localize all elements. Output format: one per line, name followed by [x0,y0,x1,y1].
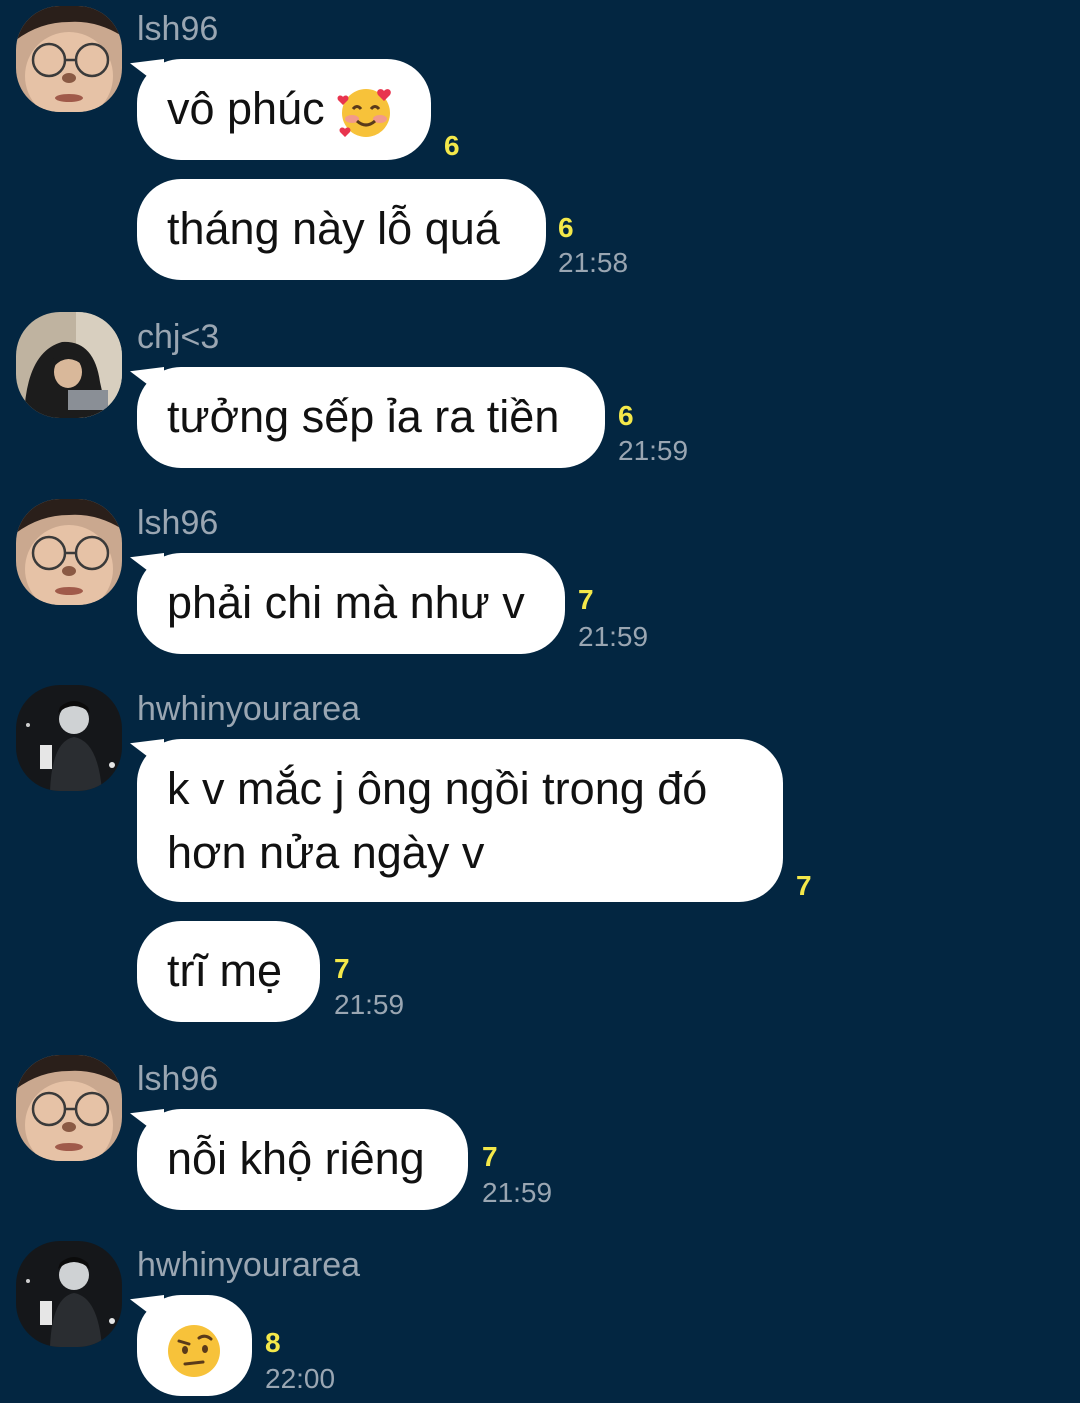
sender-name: hwhinyourarea [137,690,361,728]
avatar-photo-glasses [16,6,122,112]
message-text: trĩ mẹ [167,945,283,996]
message-bubble[interactable]: nỗi khộ riêng [137,1109,468,1210]
message-text: phải chi mà như v [167,577,525,628]
avatar-photo-glasses [16,1055,122,1161]
smiling-face-with-hearts-icon [337,83,395,141]
read-count: 8 [265,1327,281,1358]
sender-name: lsh96 [137,504,219,542]
read-count: 6 [444,130,460,161]
avatar-photo-glasses [16,499,122,605]
avatar-lsh96[interactable] [16,6,122,112]
avatar-photo-dark [16,685,122,791]
avatar-lsh96[interactable] [16,499,122,605]
avatar-photo-hooded [16,312,122,418]
read-count: 6 [618,400,634,431]
avatar-photo-dark [16,1241,122,1347]
read-count: 7 [482,1141,498,1172]
timestamp: 21:58 [558,247,629,278]
message-text: nỗi khộ riêng [167,1133,425,1184]
face-with-raised-eyebrow-icon [165,1322,223,1380]
timestamp: 21:59 [482,1177,553,1208]
read-count: 6 [558,212,574,243]
sender-name: chj<3 [137,318,220,356]
message-text-line: hơn nửa ngày v [167,827,485,878]
message-bubble[interactable]: tưởng sếp ỉa ra tiền [137,367,605,468]
message-bubble[interactable]: tháng này lỗ quá [137,179,546,280]
message-text: tháng này lỗ quá [167,203,500,254]
avatar-lsh96[interactable] [16,1055,122,1161]
timestamp: 21:59 [618,435,689,466]
message-text-line: k v mắc j ông ngồi trong đó [167,763,708,814]
avatar-hwhinyourarea[interactable] [16,685,122,791]
sender-name: lsh96 [137,1060,219,1098]
avatar-hwhinyourarea[interactable] [16,1241,122,1347]
message-bubble[interactable]: phải chi mà như v [137,553,565,654]
avatar-chj[interactable] [16,312,122,418]
read-count: 7 [578,584,594,615]
read-count: 7 [796,870,812,901]
read-count: 7 [334,953,350,984]
timestamp: 22:00 [265,1363,336,1394]
timestamp: 21:59 [578,621,649,652]
sender-name: hwhinyourarea [137,1246,361,1284]
message-text: tưởng sếp ỉa ra tiền [167,391,560,442]
message-bubble[interactable]: k v mắc j ông ngồi trong đó hơn nửa ngày… [137,739,783,902]
message-bubble[interactable]: vô phúc [137,59,431,160]
sender-name: lsh96 [137,10,219,48]
message-bubble[interactable] [137,1295,252,1396]
message-text: vô phúc [167,83,325,134]
message-bubble[interactable]: trĩ mẹ [137,921,320,1022]
timestamp: 21:59 [334,989,405,1020]
